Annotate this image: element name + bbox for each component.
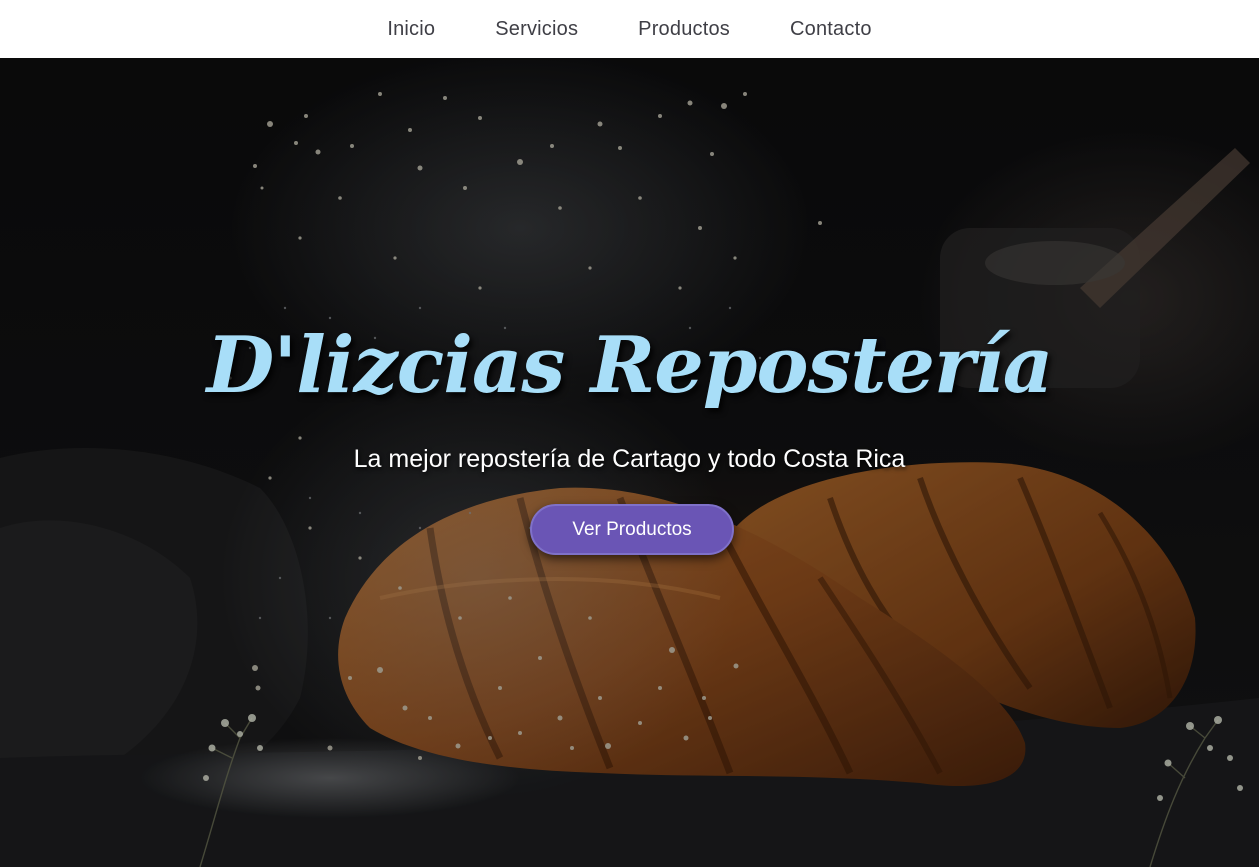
hero-subtitle: La mejor repostería de Cartago y todo Co… [353, 445, 906, 473]
hero-title: D'lizcias Repostería [206, 320, 1054, 411]
nav-link-contacto[interactable]: Contacto [790, 18, 872, 41]
nav-link-productos[interactable]: Productos [638, 18, 730, 41]
ver-productos-button[interactable]: Ver Productos [530, 504, 734, 555]
hero-section: D'lizcias Repostería La mejor repostería… [0, 58, 1259, 867]
nav-link-inicio[interactable]: Inicio [387, 18, 435, 41]
top-navbar: Inicio Servicios Productos Contacto [0, 0, 1259, 58]
nav-link-servicios[interactable]: Servicios [495, 18, 578, 41]
